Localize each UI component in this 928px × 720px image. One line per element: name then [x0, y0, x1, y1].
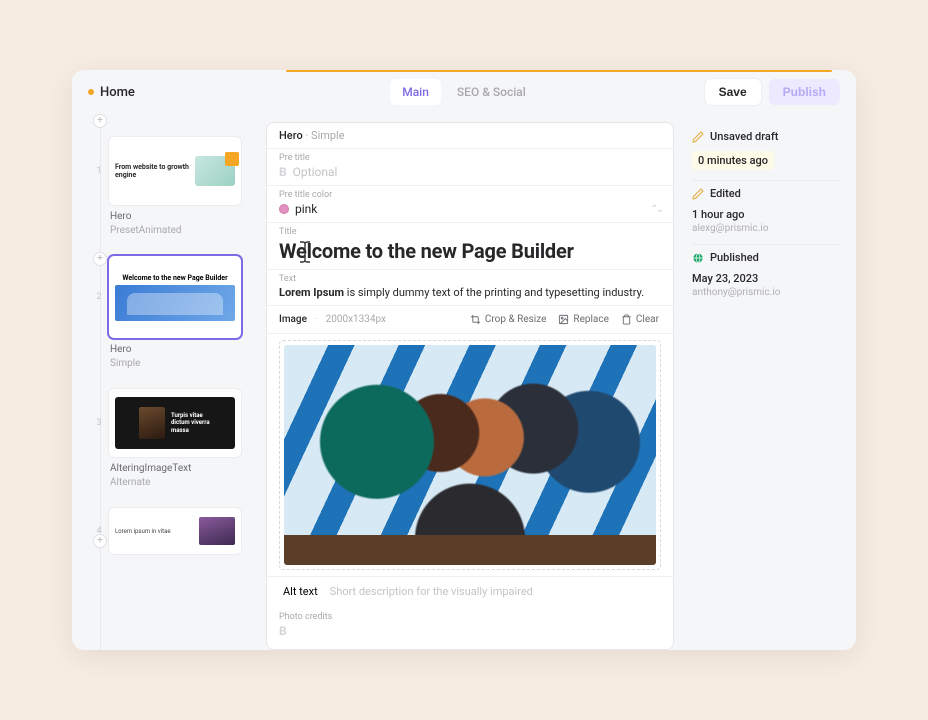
- pencil-icon: [692, 131, 704, 143]
- crop-icon: [470, 314, 481, 325]
- alt-text-input[interactable]: Short description for the visually impai…: [330, 585, 533, 598]
- history-author: alexg@prismic.io: [692, 223, 840, 234]
- history-time: 0 minutes ago: [692, 151, 774, 170]
- alt-text-label: Alt text: [283, 585, 318, 598]
- breadcrumb-label: Home: [100, 85, 135, 100]
- slice-variant: Alternate: [110, 477, 150, 488]
- tabs: Main SEO & Social: [390, 79, 538, 105]
- history-entry-unsaved[interactable]: Unsaved draft 0 minutes ago: [692, 130, 840, 181]
- hero-image[interactable]: [279, 340, 661, 570]
- text-strong: Lorem Ipsum: [279, 286, 344, 299]
- save-button[interactable]: Save: [705, 79, 761, 105]
- history-status: Unsaved draft: [710, 130, 778, 143]
- slice-index: 3: [93, 418, 105, 428]
- editor-card-header: Hero · Simple: [267, 123, 673, 149]
- slices-sidebar: + 1 From website to growth engine Hero P…: [72, 114, 262, 650]
- tab-seo[interactable]: SEO & Social: [445, 79, 538, 105]
- thumb-image: [115, 285, 235, 321]
- tab-main[interactable]: Main: [390, 79, 441, 105]
- clear-button[interactable]: Clear: [619, 312, 661, 327]
- field-label: Text: [279, 274, 661, 284]
- image-field: Image · 2000x1334px Crop & Resize Replac…: [267, 306, 673, 608]
- slice-thumbnail[interactable]: 3 Turpis vitae dictum viverra massa: [108, 388, 242, 458]
- bold-icon: B: [279, 624, 287, 638]
- title-input[interactable]: Welcome to the new Page Builder: [279, 239, 574, 263]
- slice-rail: [100, 118, 101, 650]
- slice-index: 1: [93, 166, 105, 176]
- history-time: May 23, 2023: [692, 272, 840, 285]
- add-slice-button[interactable]: +: [93, 534, 107, 548]
- slice-thumbnail[interactable]: 2 Welcome to the new Page Builder: [108, 255, 242, 339]
- slice-type-label: Hero: [279, 129, 303, 142]
- globe-icon: [692, 252, 704, 264]
- history-status: Published: [710, 251, 759, 264]
- add-slice-button[interactable]: +: [93, 114, 107, 128]
- thumb-headline: Lorem ipsum in vitae: [115, 528, 195, 535]
- history-status: Edited: [710, 187, 741, 200]
- publish-button[interactable]: Publish: [769, 79, 840, 105]
- field-label: Image: [279, 314, 307, 325]
- photo-credits-field[interactable]: Photo credits B: [267, 608, 673, 644]
- thumb-image: [199, 517, 235, 545]
- pre-title-field[interactable]: Pre title B Optional: [267, 149, 673, 186]
- app-window: Home Main SEO & Social Save Publish + 1 …: [72, 70, 856, 650]
- history-entry-published[interactable]: Published May 23, 2023 anthony@prismic.i…: [692, 251, 840, 308]
- text-field[interactable]: Text Lorem Ipsum is simply dummy text of…: [267, 270, 673, 306]
- topbar: Home Main SEO & Social Save Publish: [72, 70, 856, 114]
- slice-index: 2: [93, 292, 105, 302]
- pre-title-color-field[interactable]: Pre title color pink ⌃⌄: [267, 186, 673, 223]
- thumb-illustration: [195, 156, 235, 186]
- trash-icon: [621, 314, 632, 325]
- thumb-image: [139, 407, 165, 439]
- thumb-headline: From website to growth engine: [115, 163, 189, 180]
- replace-icon: [558, 314, 569, 325]
- slice-thumbnail[interactable]: 4 Lorem ipsum in vitae: [108, 507, 242, 555]
- image-dimensions: 2000x1334px: [326, 314, 386, 325]
- slice-name: Hero: [110, 211, 131, 222]
- pre-title-input[interactable]: Optional: [293, 165, 338, 179]
- history-author: anthony@prismic.io: [692, 287, 840, 298]
- editor-card: Hero · Simple Pre title B Optional Pre t…: [266, 122, 674, 650]
- slice-index: 4: [93, 526, 105, 536]
- pencil-icon: [692, 188, 704, 200]
- color-select-value: pink: [295, 202, 317, 216]
- status-dot-icon: [88, 89, 94, 95]
- slice-name: AlteringImageText: [110, 463, 191, 474]
- field-label: Photo credits: [279, 612, 661, 622]
- slice-variant: PresetAnimated: [110, 225, 182, 236]
- history-entry-edited[interactable]: Edited 1 hour ago alexg@prismic.io: [692, 187, 840, 245]
- replace-button[interactable]: Replace: [556, 312, 611, 327]
- field-label: Pre title: [279, 153, 661, 163]
- history-panel: Unsaved draft 0 minutes ago Edited 1 hou…: [684, 114, 856, 650]
- crop-resize-button[interactable]: Crop & Resize: [468, 312, 549, 327]
- field-label: Title: [279, 227, 661, 237]
- add-slice-button[interactable]: +: [93, 252, 107, 266]
- slice-variant: Simple: [110, 358, 141, 369]
- color-swatch-icon: [279, 204, 289, 214]
- slice-variant-label: Simple: [311, 129, 345, 142]
- text-body: is simply dummy text of the printing and…: [344, 286, 644, 299]
- slice-name: Hero: [110, 344, 131, 355]
- breadcrumb-home[interactable]: Home: [88, 85, 135, 100]
- history-time: 1 hour ago: [692, 208, 840, 221]
- field-label: Pre title color: [279, 190, 661, 200]
- thumb-headline: Welcome to the new Page Builder: [115, 274, 235, 282]
- slice-thumbnail[interactable]: 1 From website to growth engine: [108, 136, 242, 206]
- chevron-up-down-icon: ⌃⌄: [650, 204, 661, 215]
- bold-icon: B: [279, 165, 287, 179]
- title-field[interactable]: Title Welcome to the new Page Builder: [267, 223, 673, 270]
- thumb-headline: Turpis vitae dictum viverra massa: [171, 412, 211, 434]
- editor-panel: Hero · Simple Pre title B Optional Pre t…: [262, 114, 684, 650]
